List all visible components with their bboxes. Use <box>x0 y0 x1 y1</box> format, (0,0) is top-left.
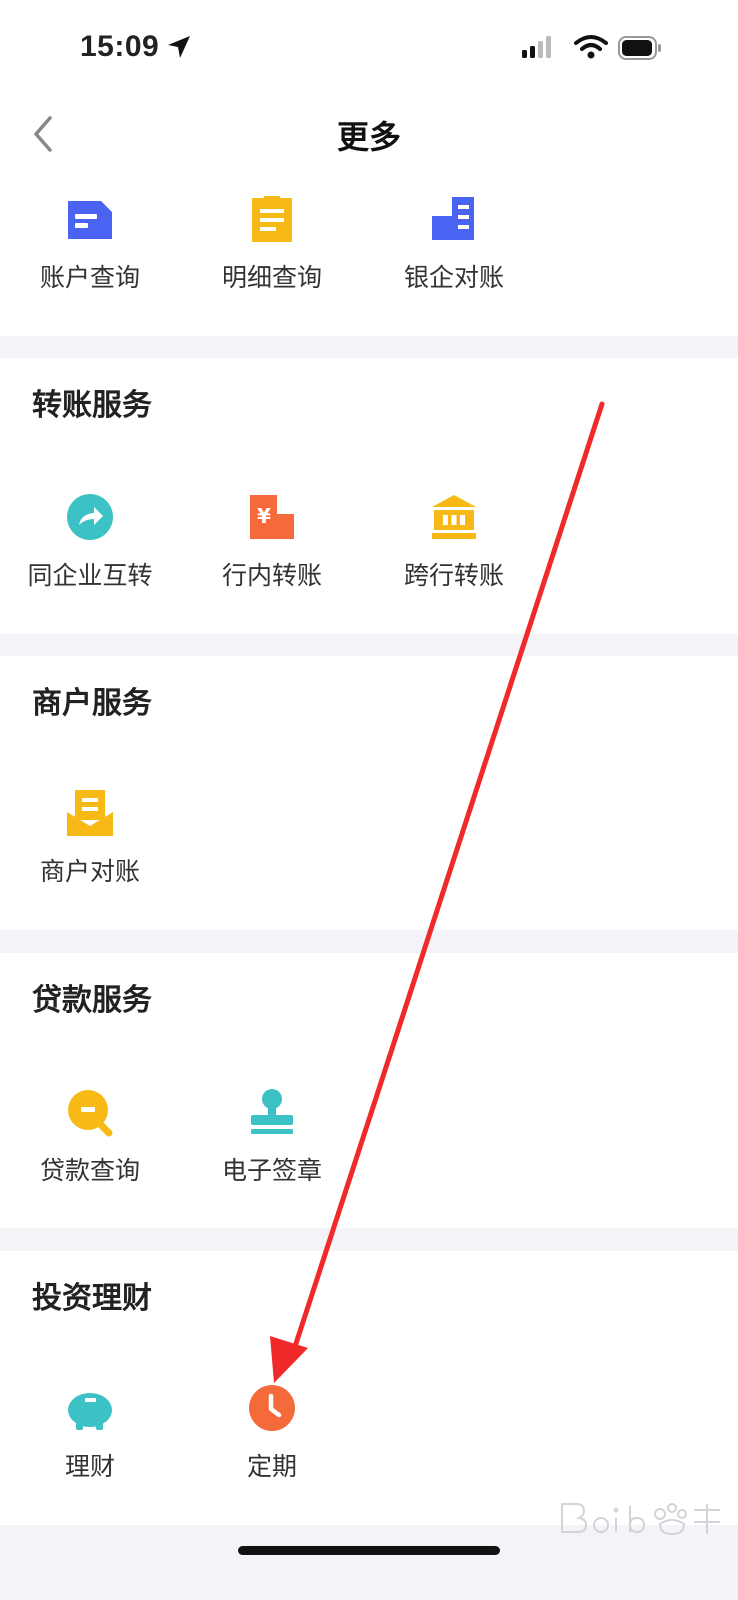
page-title: 更多 <box>336 118 401 156</box>
section-title: 贷款服务 <box>32 983 152 1018</box>
bank-reconcile-icon <box>432 197 474 240</box>
grid-item-merchant-reconcile[interactable]: 商户对账 <box>0 788 180 888</box>
section-account: 账户查询 明细查询 银企对账 <box>0 180 738 336</box>
loan-query-icon <box>68 1090 113 1137</box>
location-arrow-icon <box>168 36 190 58</box>
section-merchant: 商户服务 商户对账 <box>0 656 738 930</box>
section-title: 投资理财 <box>32 1281 152 1316</box>
same-company-transfer-icon <box>67 494 113 540</box>
status-bar: 15:09 <box>0 0 738 100</box>
nav-bar: 更多 <box>0 100 738 180</box>
section-title: 转账服务 <box>32 388 152 423</box>
grid-item-same-company-transfer[interactable]: 同企业互转 <box>0 492 180 592</box>
svg-text:¥: ¥ <box>257 504 271 528</box>
section-transfer: 转账服务 同企业互转 ¥ 行内转账 跨行转账 <box>0 358 738 634</box>
account-query-icon <box>68 201 112 239</box>
cellular-signal-icon <box>522 36 551 58</box>
detail-query-icon <box>252 196 292 242</box>
section-investment: 投资理财 理财 定期 <box>0 1251 738 1525</box>
grid-item-detail-query[interactable]: 明细查询 <box>182 194 362 294</box>
grid-item-label: 理财 <box>64 1452 115 1481</box>
intrabank-transfer-icon: ¥ <box>250 495 294 539</box>
grid-item-e-seal[interactable]: 电子签章 <box>182 1087 362 1187</box>
grid-item-label: 定期 <box>246 1452 297 1481</box>
wifi-icon <box>574 35 608 59</box>
clock-icon <box>249 1385 295 1431</box>
e-seal-icon <box>251 1089 293 1134</box>
battery-icon <box>618 36 661 60</box>
grid-item-interbank-transfer[interactable]: 跨行转账 <box>364 492 544 592</box>
watermark-logo <box>561 1503 720 1536</box>
grid-item-label: 商户对账 <box>39 857 140 886</box>
section-loan: 贷款服务 贷款查询 电子签章 <box>0 953 738 1228</box>
grid-item-label: 账户查询 <box>39 263 140 292</box>
grid-item-wealth-management[interactable]: 理财 <box>0 1383 180 1483</box>
home-indicator[interactable] <box>238 1546 500 1555</box>
piggy-bank-icon <box>68 1393 112 1430</box>
merchant-reconcile-icon <box>67 790 113 836</box>
grid-item-account-query[interactable]: 账户查询 <box>0 194 180 294</box>
status-time: 15:09 <box>80 30 160 63</box>
grid-item-bank-reconcile[interactable]: 银企对账 <box>364 194 544 294</box>
grid-item-label: 同企业互转 <box>27 561 153 590</box>
grid-item-fixed-deposit[interactable]: 定期 <box>182 1383 362 1483</box>
grid-item-label: 明细查询 <box>221 263 322 292</box>
section-title: 商户服务 <box>32 686 152 721</box>
grid-item-label: 跨行转账 <box>403 561 504 590</box>
grid-item-label: 电子签章 <box>221 1156 322 1185</box>
grid-item-label: 银企对账 <box>403 263 504 292</box>
grid-item-label: 行内转账 <box>221 561 322 590</box>
grid-item-loan-query[interactable]: 贷款查询 <box>0 1087 180 1187</box>
grid-item-label: 贷款查询 <box>39 1156 140 1185</box>
grid-item-intrabank-transfer[interactable]: ¥ 行内转账 <box>182 492 362 592</box>
interbank-transfer-icon <box>432 495 476 539</box>
